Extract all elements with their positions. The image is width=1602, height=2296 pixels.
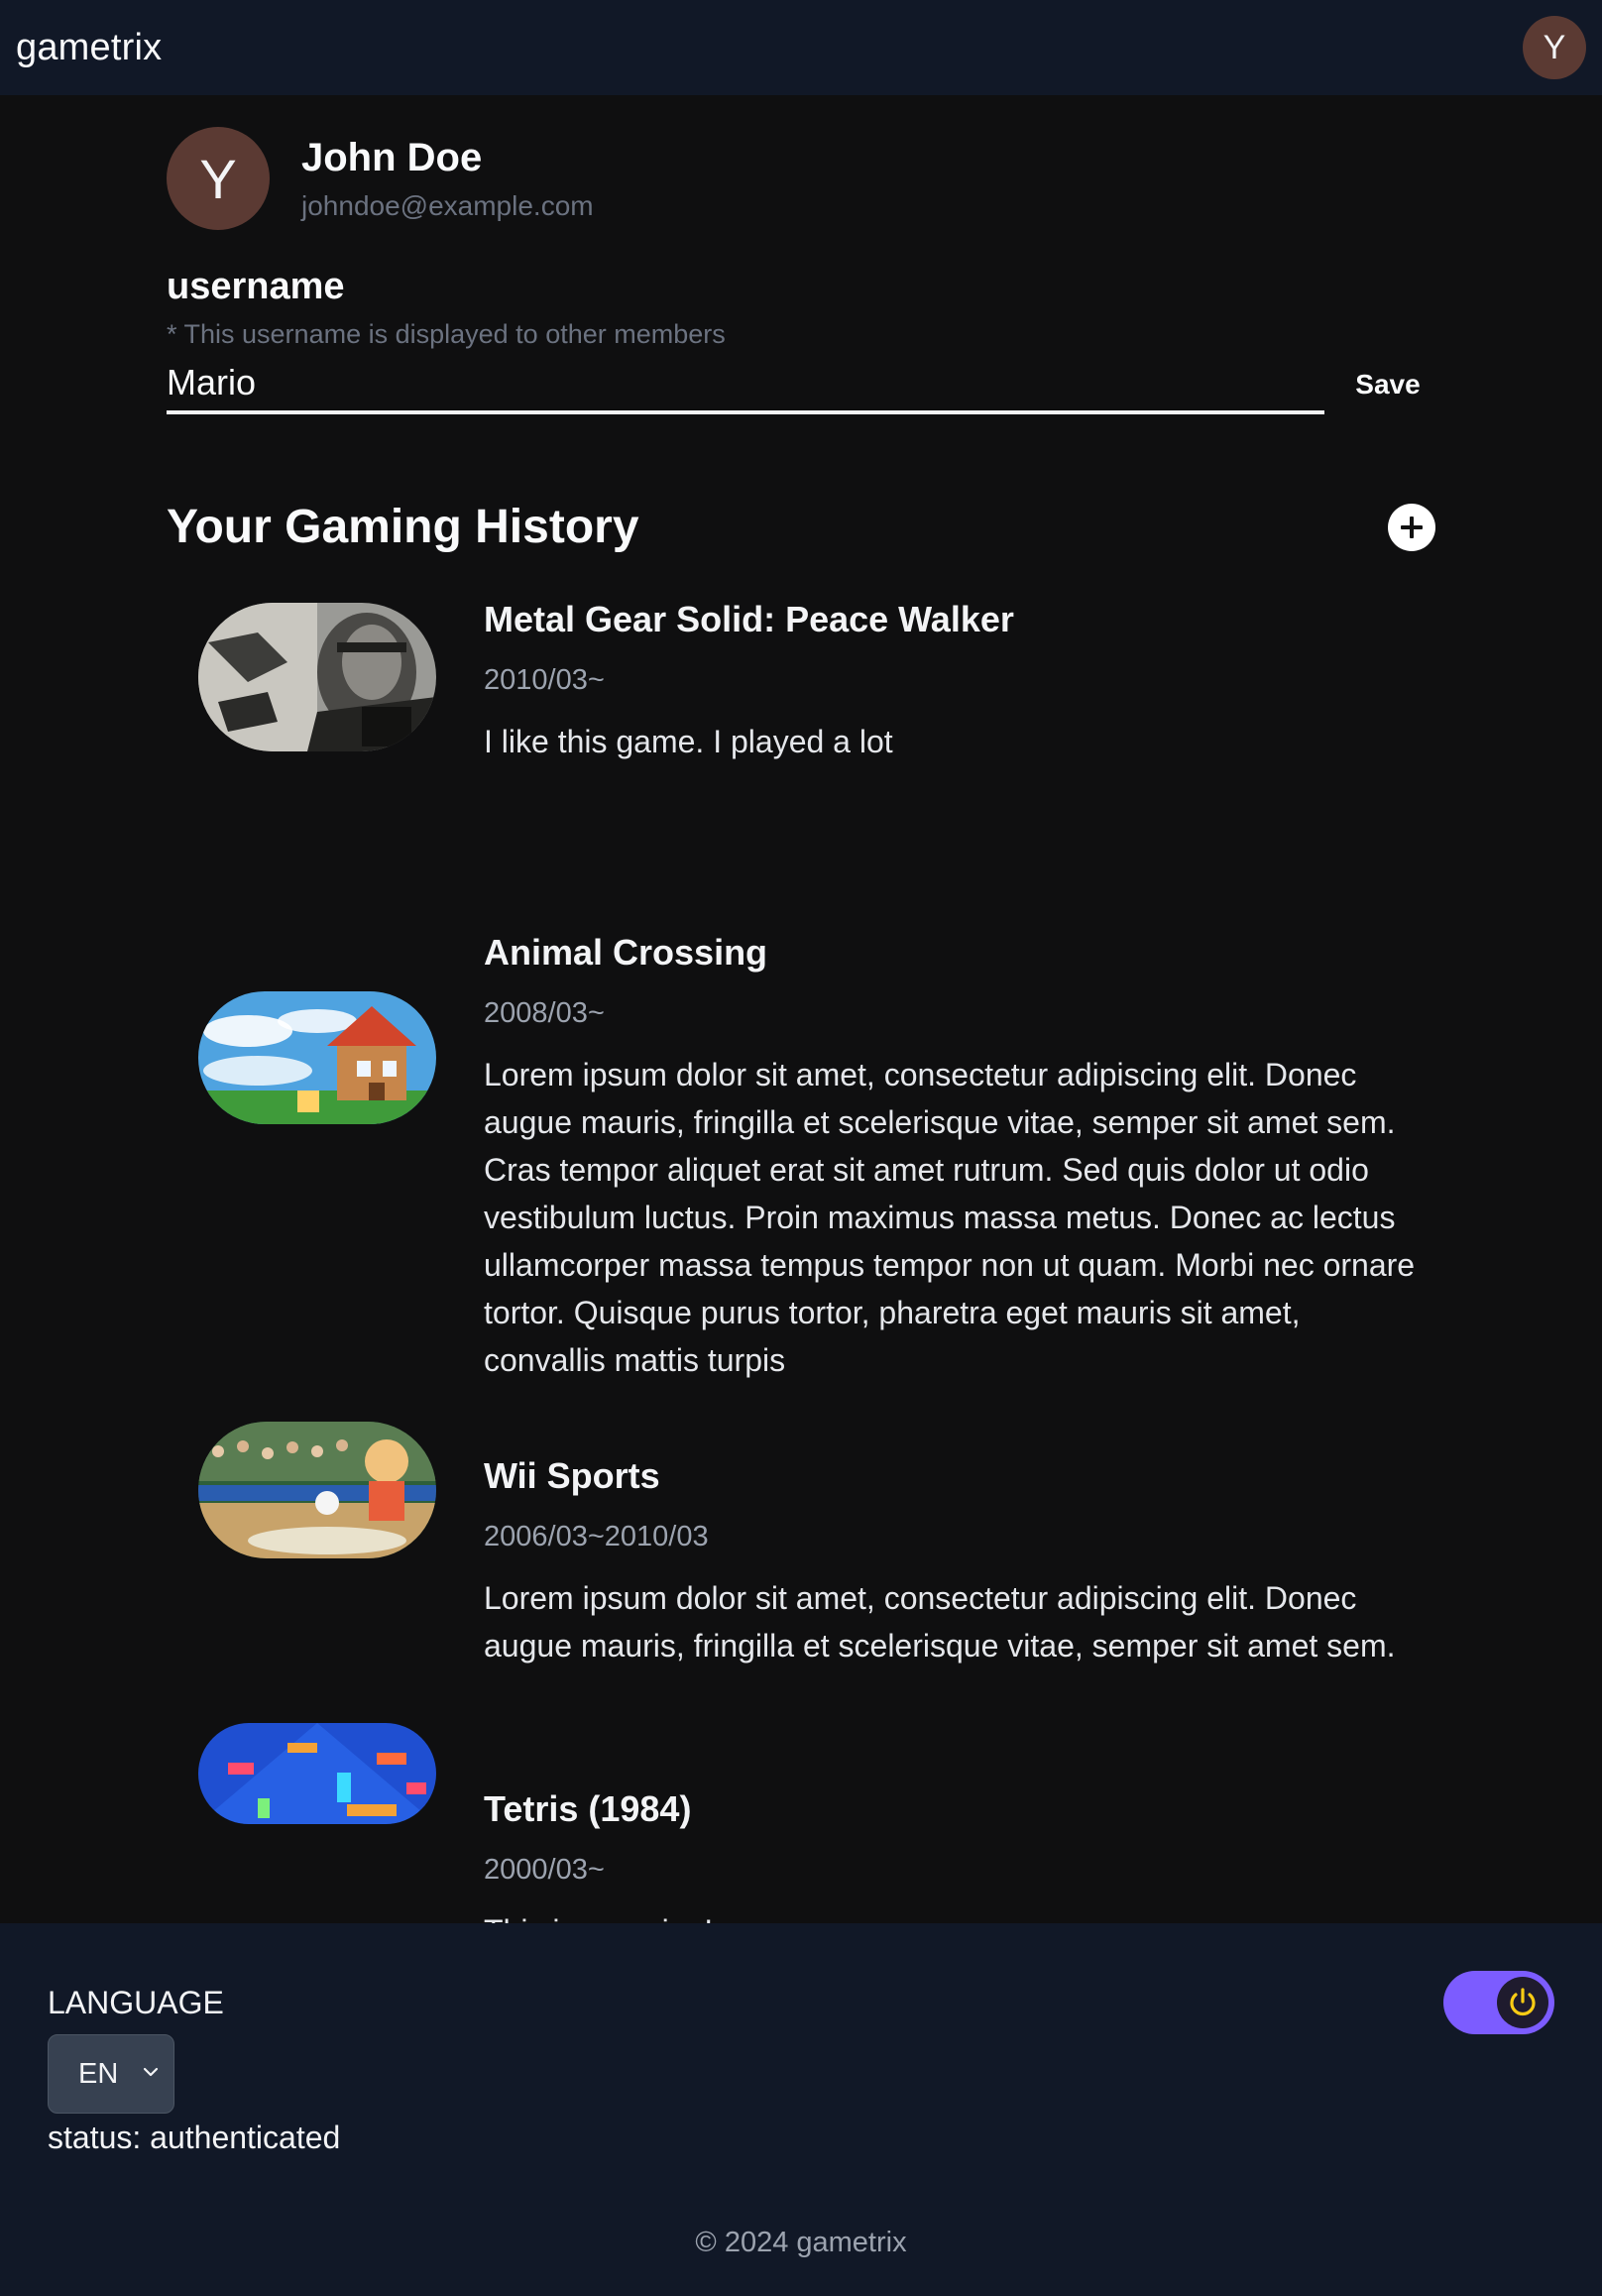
user-avatar-button[interactable]: Y [1523, 16, 1586, 79]
game-date: 2000/03~ [484, 1854, 605, 1886]
profile-name: John Doe [301, 135, 483, 179]
language-label: LANGUAGE [48, 1985, 224, 2020]
language-select[interactable]: EN [48, 2034, 174, 2114]
game-title: Wii Sports [484, 1455, 660, 1496]
footer: LANGUAGE EN status: authenticated © 2024… [0, 1923, 1602, 2296]
game-date: 2006/03~2010/03 [484, 1521, 709, 1552]
toggle-knob [1497, 1977, 1548, 2028]
power-icon [1510, 1988, 1536, 2016]
game-thumbnail [198, 991, 436, 1124]
game-title: Tetris (1984) [484, 1788, 692, 1829]
game-description: Lorem ipsum dolor sit amet, consectetur … [484, 1057, 1416, 1378]
game-date: 2008/03~ [484, 997, 605, 1029]
game-thumbnail [198, 1723, 436, 1824]
avatar-initial: Y [199, 147, 237, 210]
auth-status: status: authenticated [48, 2120, 341, 2155]
username-input[interactable] [167, 355, 1324, 414]
profile-info: John Doe johndoe@example.com [301, 136, 594, 222]
profile-card: Y John Doe johndoe@example.com [167, 127, 594, 230]
language-selected-value: EN [78, 2057, 119, 2090]
game-thumbnail [198, 1422, 436, 1558]
top-navbar: gametrix Y [0, 0, 1602, 95]
copyright-text: © 2024 gametrix [695, 2227, 907, 2258]
theme-toggle[interactable] [1443, 1971, 1554, 2034]
username-label: username [167, 266, 345, 307]
game-description: I like this game. I played a lot [484, 724, 893, 759]
game-title: Animal Crossing [484, 932, 768, 973]
profile-email: johndoe@example.com [301, 189, 594, 221]
brand-logo[interactable]: gametrix [16, 27, 162, 69]
main-content: Y John Doe johndoe@example.com username … [0, 95, 1602, 1949]
profile-avatar: Y [167, 127, 270, 230]
plus-icon [1401, 517, 1423, 538]
chevron-down-icon [143, 2067, 159, 2077]
username-hint: * This username is displayed to other me… [167, 319, 726, 349]
save-username-button[interactable]: Save [1338, 365, 1437, 404]
gaming-history-title: Your Gaming History [167, 501, 639, 553]
add-game-button[interactable] [1388, 504, 1435, 551]
game-thumbnail [198, 603, 436, 751]
game-title: Metal Gear Solid: Peace Walker [484, 599, 1014, 639]
game-description: Lorem ipsum dolor sit amet, consectetur … [484, 1580, 1396, 1664]
avatar-initial: Y [1543, 28, 1566, 66]
game-date: 2010/03~ [484, 664, 605, 696]
